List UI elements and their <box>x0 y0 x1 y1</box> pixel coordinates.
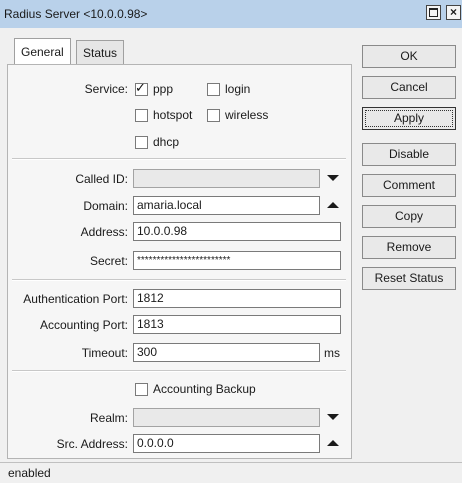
service-ppp-label: ppp <box>153 82 174 96</box>
service-hotspot-label: hotspot <box>153 108 193 122</box>
service-dhcp-checkbox[interactable] <box>135 136 148 149</box>
dropdown-arrow-icon[interactable] <box>327 414 339 420</box>
collapse-arrow-icon[interactable] <box>327 202 339 208</box>
src-address-field[interactable]: 0.0.0.0 <box>133 434 320 453</box>
called-id-label: Called ID: <box>75 172 128 186</box>
secret-label: Secret: <box>89 254 128 268</box>
address-label: Address: <box>80 225 128 239</box>
timeout-label: Timeout: <box>81 346 128 360</box>
realm-label: Realm: <box>89 411 128 425</box>
separator <box>12 279 346 281</box>
checkmark-icon: ✓ <box>135 80 146 95</box>
collapse-arrow-icon[interactable] <box>327 440 339 446</box>
apply-button[interactable]: Apply <box>362 107 456 130</box>
reset-status-button[interactable]: Reset Status <box>362 267 456 290</box>
service-dhcp-label: dhcp <box>153 135 180 149</box>
maximize-icon[interactable] <box>426 5 441 20</box>
accounting-backup-checkbox[interactable] <box>135 383 148 396</box>
disable-button[interactable]: Disable <box>362 143 456 166</box>
cancel-button[interactable]: Cancel <box>362 76 456 99</box>
window-title: Radius Server <10.0.0.98> <box>4 7 148 21</box>
auth-port-label: Authentication Port: <box>23 292 128 306</box>
service-wireless-checkbox[interactable] <box>207 109 220 122</box>
auth-port-field[interactable]: 1812 <box>133 289 341 308</box>
timeout-unit: ms <box>324 346 340 360</box>
src-address-label: Src. Address: <box>56 437 128 451</box>
radius-server-window: Radius Server <10.0.0.98> × General Stat… <box>0 0 462 483</box>
domain-field[interactable]: amaria.local <box>133 196 320 215</box>
service-label: Service: <box>84 82 128 96</box>
service-ppp-checkbox[interactable]: ✓ <box>135 80 148 96</box>
address-field[interactable]: 10.0.0.98 <box>133 222 341 241</box>
close-icon[interactable]: × <box>446 5 461 20</box>
title-bar: Radius Server <10.0.0.98> × <box>0 0 462 28</box>
dropdown-arrow-icon[interactable] <box>327 175 339 181</box>
service-hotspot-checkbox[interactable] <box>135 109 148 122</box>
acct-port-field[interactable]: 1813 <box>133 315 341 334</box>
timeout-field[interactable]: 300 <box>133 343 320 362</box>
ok-button[interactable]: OK <box>362 45 456 68</box>
remove-button[interactable]: Remove <box>362 236 456 259</box>
separator <box>12 158 346 160</box>
accounting-backup-label: Accounting Backup <box>153 382 256 396</box>
secret-field[interactable]: ************************ <box>133 251 341 270</box>
tab-status[interactable]: Status <box>76 40 125 64</box>
comment-button[interactable]: Comment <box>362 174 456 197</box>
called-id-field[interactable] <box>133 169 320 188</box>
status-text: enabled <box>8 466 51 480</box>
service-login-label: login <box>225 82 251 96</box>
separator <box>12 370 346 372</box>
copy-button[interactable]: Copy <box>362 205 456 228</box>
service-login-checkbox[interactable] <box>207 83 220 96</box>
service-wireless-label: wireless <box>225 108 269 122</box>
domain-label: Domain: <box>83 199 128 213</box>
tab-general[interactable]: General <box>14 38 71 64</box>
realm-field[interactable] <box>133 408 320 427</box>
status-bar: enabled <box>0 462 462 483</box>
focus-ring <box>365 110 453 127</box>
acct-port-label: Accounting Port: <box>39 318 128 332</box>
